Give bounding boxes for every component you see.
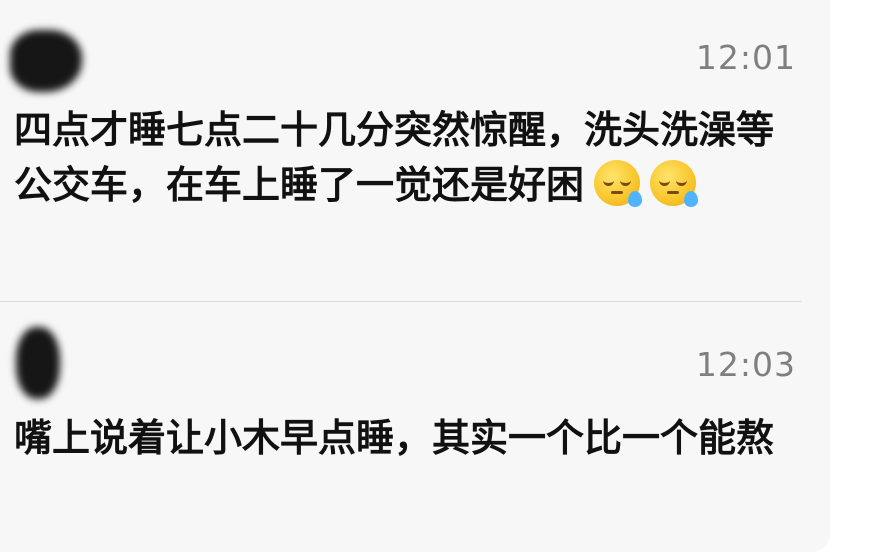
message-item[interactable]: 12:01 四点才睡七点二十几分突然惊醒，洗头洗澡等公交车，在车上睡了一觉还是好… xyxy=(0,0,830,302)
message-text-container: 四点才睡七点二十几分突然惊醒，洗头洗澡等公交车，在车上睡了一觉还是好困 xyxy=(14,103,794,213)
avatar[interactable] xyxy=(16,327,60,399)
comment-card: 12:01 四点才睡七点二十几分突然惊醒，洗头洗澡等公交车，在车上睡了一觉还是好… xyxy=(0,0,830,552)
message-timestamp: 12:03 xyxy=(695,345,796,384)
message-timestamp: 12:01 xyxy=(695,38,796,77)
avatar[interactable] xyxy=(10,30,82,92)
sleepy-face-icon xyxy=(650,160,699,207)
divider xyxy=(0,301,802,302)
sleepy-face-icon xyxy=(594,160,643,207)
message-text: 嘴上说着让小木早点睡，其实一个比一个能熬 xyxy=(14,416,775,460)
message-item[interactable]: 12:03 嘴上说着让小木早点睡，其实一个比一个能熬 xyxy=(0,303,830,552)
